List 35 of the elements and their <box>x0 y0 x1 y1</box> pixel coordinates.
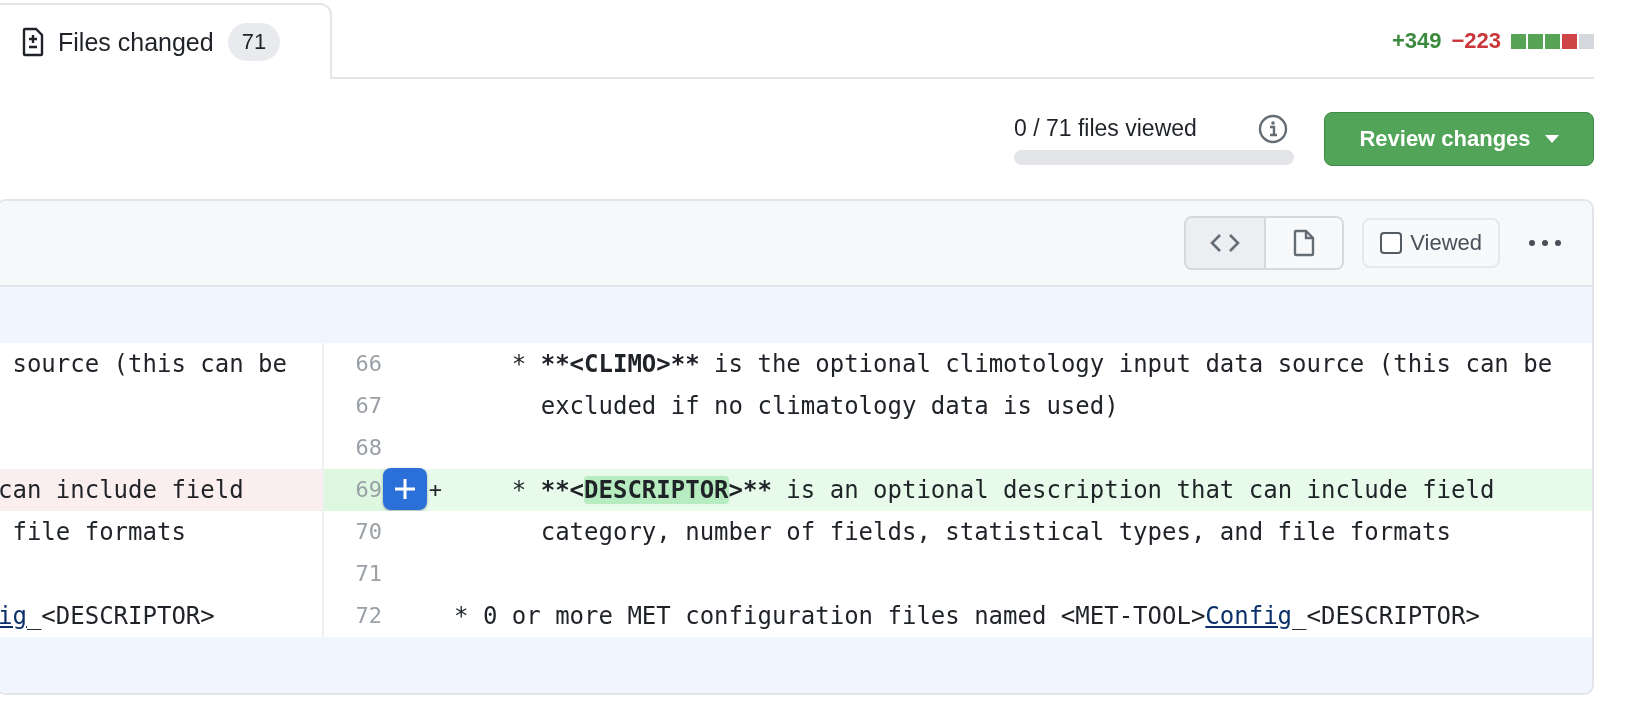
files-changed-tab[interactable]: Files changed 71 <box>0 3 332 79</box>
rich-view-button[interactable] <box>1264 218 1343 268</box>
code-line: file formats <box>11 518 186 546</box>
line-number: 72 <box>355 603 382 628</box>
code-line: * **<CLIMO>** is the optional climotology input data source (this can be <box>510 350 1553 378</box>
config-link[interactable]: Config <box>1205 602 1293 630</box>
more-icon[interactable] <box>1528 239 1562 247</box>
code-line: ig_<DESCRIPTOR> <box>0 602 215 630</box>
diff-marker: + <box>428 477 442 502</box>
code-line: source (this can be <box>11 350 287 378</box>
file-icon <box>1293 229 1316 257</box>
code-line: can include field <box>0 476 244 504</box>
plus-icon <box>394 478 416 500</box>
code-line: * **<DESCRIPTOR>** is an optional description that can include field <box>510 476 1495 504</box>
line-number: 68 <box>355 435 382 460</box>
viewed-checkbox[interactable]: Viewed <box>1362 218 1500 268</box>
files-viewed-label: 0 / 71 files viewed <box>1014 115 1197 142</box>
caret-icon <box>1544 135 1559 143</box>
line-number: 66 <box>355 351 382 376</box>
code-icon <box>1210 233 1241 253</box>
additions-count: +349 <box>1391 28 1442 54</box>
info-icon[interactable] <box>1258 113 1288 144</box>
line-number: 71 <box>355 561 382 586</box>
add-comment-button[interactable] <box>383 468 427 510</box>
code-line: * 0 or more MET configuration files named <MET-TOOL>Config_<DESCRIPTOR> <box>454 602 1480 630</box>
deletions-count: −223 <box>1451 28 1501 54</box>
files-count: 71 <box>227 23 281 61</box>
code-line: excluded if no climatology data is used) <box>539 392 1119 420</box>
config-link[interactable]: ig <box>0 602 27 630</box>
line-number: 69 <box>355 477 382 502</box>
file-diff-icon <box>22 27 44 57</box>
code-line: category, number of fields, statistical types, and file formats <box>539 518 1451 546</box>
line-number: 70 <box>355 519 382 544</box>
source-view-button[interactable] <box>1186 218 1265 268</box>
line-number: 67 <box>355 393 382 418</box>
